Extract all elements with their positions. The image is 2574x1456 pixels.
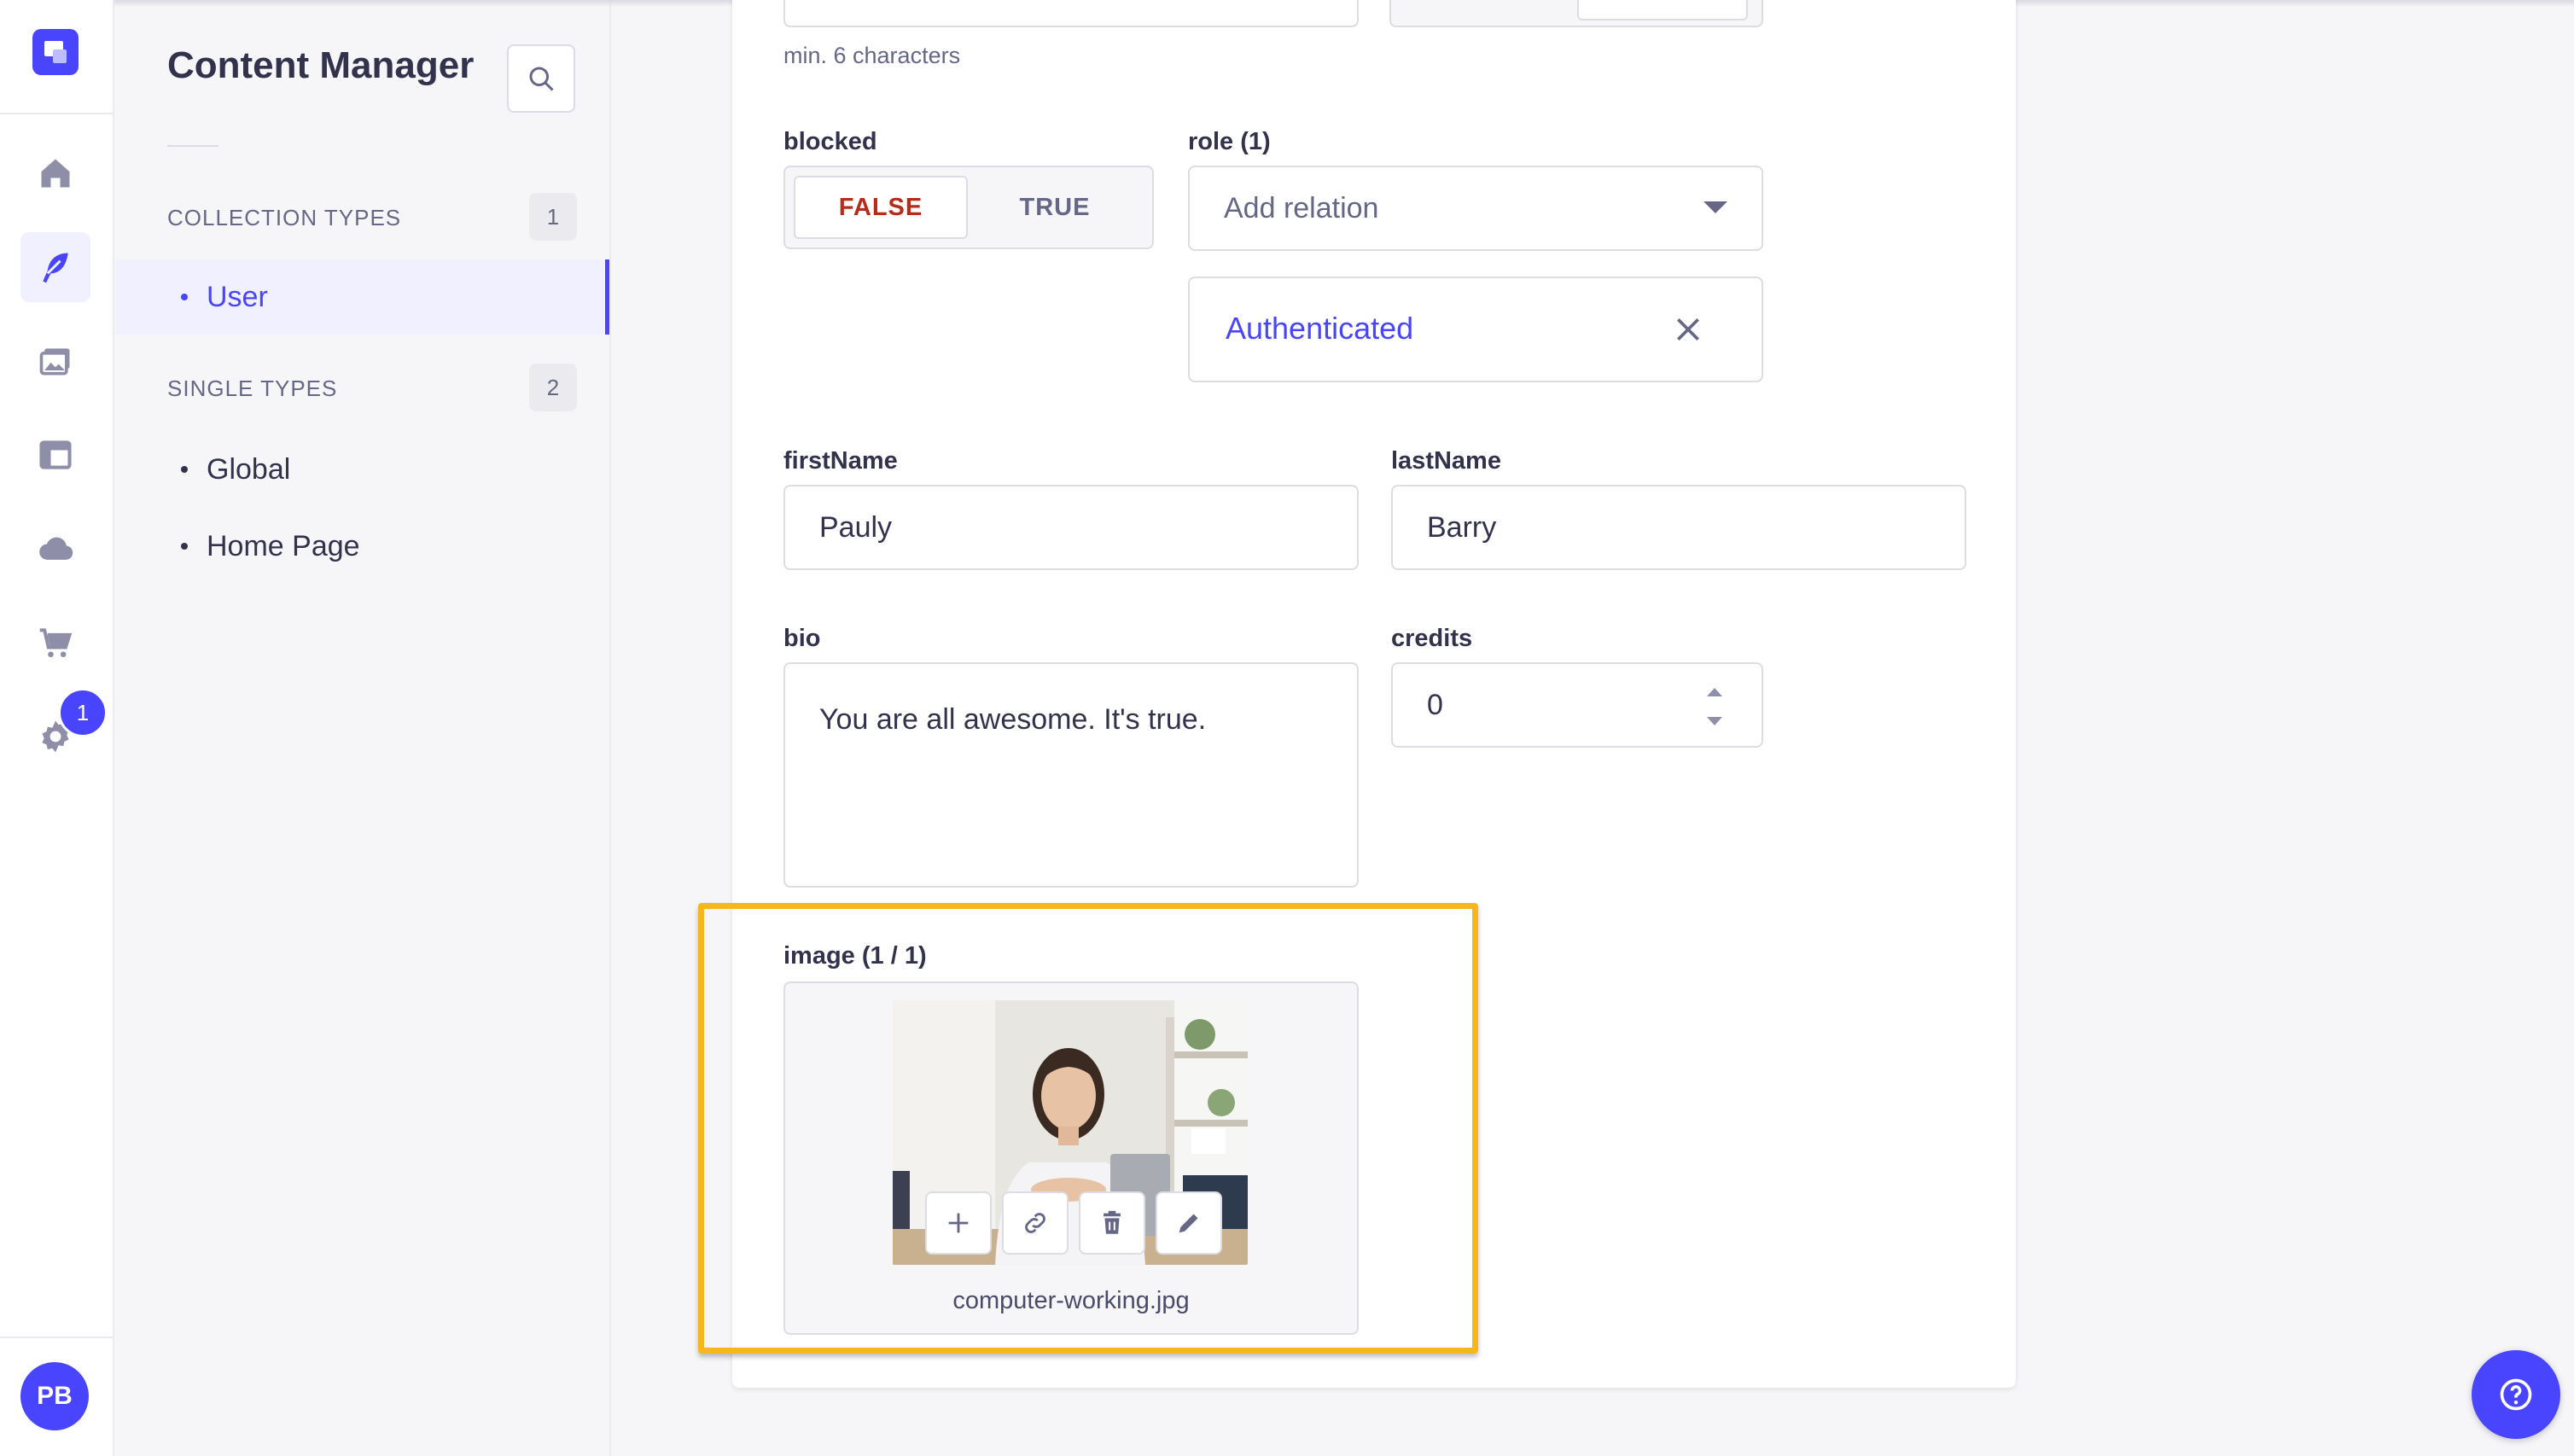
cloud-nav-button[interactable] [20,514,90,584]
bullet-icon [181,543,188,550]
sidebar-item-label: Home Page [207,529,360,562]
question-icon [2500,1378,2532,1411]
lastname-label: lastName [1391,447,1501,475]
bullet-icon [181,466,188,473]
layout-icon [39,440,72,469]
collection-types-count: 1 [529,193,577,241]
password-field[interactable] [783,0,1359,27]
role-select-placeholder: Add relation [1224,191,1379,224]
lastname-input[interactable]: Barry [1391,485,1966,570]
subnav-divider [167,145,218,147]
sidebar-item-global[interactable]: Global [116,432,609,507]
feather-icon [43,253,68,283]
bullet-icon [181,294,188,300]
toggle-option[interactable] [1577,0,1748,20]
blocked-true-option[interactable]: TRUE [968,176,1142,239]
password-hint: min. 6 characters [783,43,961,68]
home-nav-button[interactable] [20,138,90,208]
marketplace-nav-button[interactable] [20,608,90,678]
strapi-logo[interactable] [32,29,79,75]
caret-down-icon [1703,201,1727,213]
rail-divider [0,113,114,114]
media-library-icon [39,348,70,376]
content-manager-nav-button[interactable] [20,232,90,302]
role-relation-item: Authenticated [1188,277,1763,382]
help-button[interactable] [2472,1350,2560,1439]
collection-types-heading: COLLECTION TYPES [167,205,402,230]
single-types-count: 2 [529,364,577,411]
settings-notification-badge: 1 [58,688,108,737]
cart-icon [39,628,73,658]
sidebar-item-user[interactable]: User [116,259,609,335]
role-relation-select[interactable]: Add relation [1188,166,1763,251]
bio-label: bio [783,625,821,652]
user-avatar[interactable]: PB [20,1362,89,1430]
main-nav-rail: 1 PB [0,0,114,1456]
blocked-false-option[interactable]: FALSE [794,176,968,239]
number-stepper-icon[interactable] [1702,683,1727,731]
sidebar-item-home-page[interactable]: Home Page [116,509,609,584]
credits-label: credits [1391,625,1473,652]
content-manager-subnav: Content Manager COLLECTION TYPES 1 User … [116,0,611,1456]
close-icon[interactable] [1671,312,1705,347]
content-type-builder-nav-button[interactable] [20,420,90,490]
rail-bottom-divider [0,1337,114,1338]
role-relation-link[interactable]: Authenticated [1226,311,1413,347]
bio-textarea[interactable]: You are all awesome. It's true. [783,662,1359,888]
single-types-heading: SINGLE TYPES [167,376,338,401]
confirmed-toggle-field[interactable] [1389,0,1763,27]
image-field-highlight [698,903,1478,1354]
cloud-icon [39,537,73,560]
search-icon [529,67,554,91]
home-icon [41,159,70,188]
blocked-toggle: FALSE TRUE [783,166,1154,249]
sidebar-item-label: User [207,280,268,313]
credits-number-input[interactable]: 0 [1391,662,1763,748]
role-label: role (1) [1188,128,1271,155]
sidebar-item-label: Global [207,452,291,486]
firstname-label: firstName [783,447,898,475]
credits-value: 0 [1427,688,1443,721]
blocked-label: blocked [783,128,877,155]
media-library-nav-button[interactable] [20,326,90,396]
subnav-title: Content Manager [167,44,475,86]
firstname-input[interactable]: Pauly [783,485,1359,570]
subnav-search-button[interactable] [507,44,575,113]
